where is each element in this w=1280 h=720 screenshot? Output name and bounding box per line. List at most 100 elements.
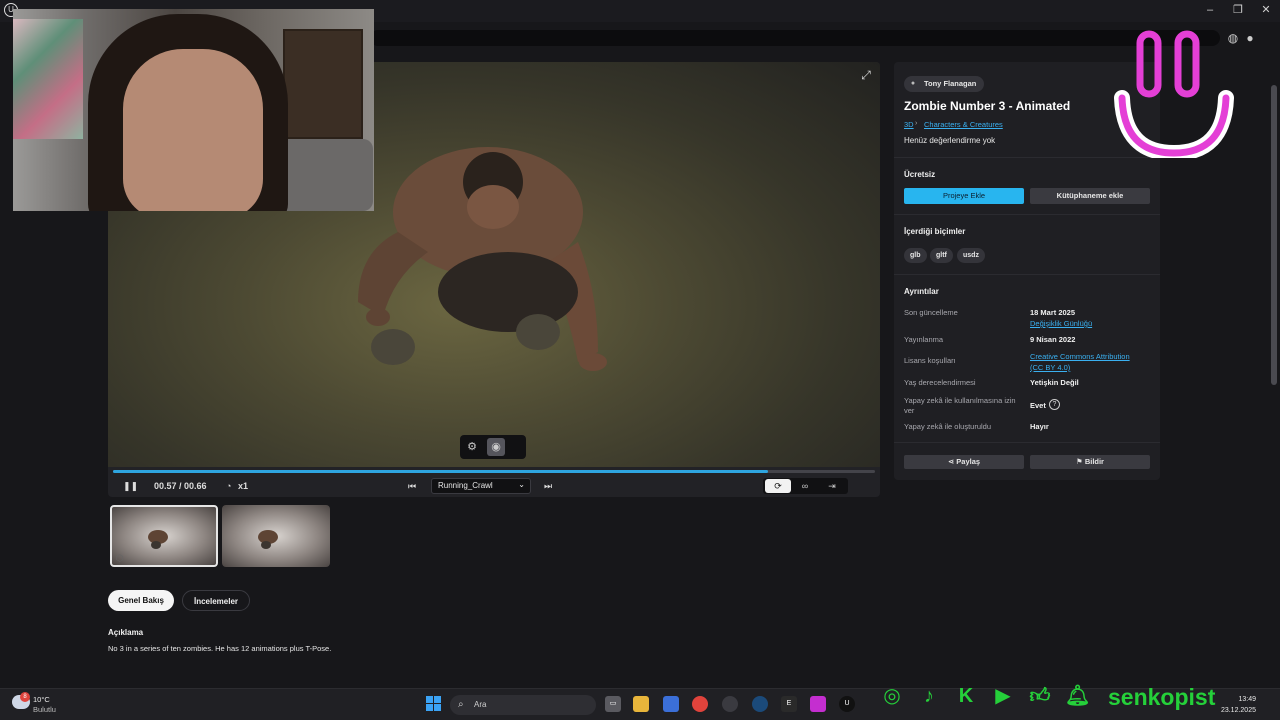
- search-icon: ⌕: [458, 699, 464, 710]
- task-view-icon[interactable]: ▭: [605, 696, 621, 712]
- description-heading: Açıklama: [108, 628, 144, 637]
- price-section: Ücretsiz: [894, 158, 1160, 215]
- thumbnail-3d-preview[interactable]: ⬡: [110, 505, 218, 567]
- add-to-library-button[interactable]: Kütüphaneme ekle: [1030, 188, 1150, 204]
- add-to-project-button[interactable]: Projeye Ekle: [904, 188, 1024, 204]
- bell-icon: 🔔︎: [1065, 685, 1091, 707]
- figure-shelf: [283, 29, 363, 139]
- maximize-icon[interactable]: ❐: [1224, 2, 1252, 18]
- previous-animation-icon[interactable]: ⏮: [408, 481, 416, 492]
- minimize-icon[interactable]: –: [1196, 2, 1224, 18]
- zombie-thumbnail-image: [148, 530, 168, 549]
- pause-icon[interactable]: ❚❚: [123, 481, 138, 492]
- inspect-model-icon[interactable]: ◉: [487, 438, 505, 456]
- animation-timeline[interactable]: [113, 470, 875, 473]
- ai-use-value: Evet: [1030, 401, 1046, 410]
- youtube-icon: ▶: [995, 685, 1011, 707]
- chevron-down-icon: ⌄: [518, 480, 525, 489]
- instagram-icon: ◎: [883, 685, 901, 707]
- weather-temperature[interactable]: 10°C: [33, 695, 50, 704]
- play-once-icon[interactable]: ⇥: [819, 479, 845, 493]
- timeline-progress: [113, 470, 769, 473]
- cube-icon: ⬡: [116, 553, 124, 563]
- avatar-icon: ●: [910, 80, 916, 87]
- time-display: 00.57 / 00.66: [154, 481, 207, 491]
- app-window: U – ❐ ✕ ◍ ● ⤢ ⚙ ◉ ❚❚ 00.57 / 00.66 ◔ x1 …: [0, 0, 1280, 720]
- last-update-value: 18 Mart 2025: [1030, 308, 1076, 317]
- social-overlay: ◎ ♪ K ▶ 👍︎ 🔔︎ senkopist: [880, 684, 1240, 710]
- ai-use-label: Yapay zekâ ile kullanılmasına izin: [904, 396, 1016, 405]
- thumbs-up-icon: 👍︎: [1029, 685, 1051, 707]
- published-label: Yayınlanma: [904, 335, 944, 344]
- share-label: Paylaş: [956, 457, 981, 466]
- breadcrumb-chevron-icon: ›: [915, 120, 918, 127]
- license-link[interactable]: Creative Commons Attribution: [1030, 351, 1130, 362]
- infinite-loop-icon[interactable]: ∞: [792, 479, 818, 493]
- author-chip[interactable]: ● Tony Flanagan: [904, 76, 985, 92]
- published-value: 9 Nisan 2022: [1030, 335, 1076, 344]
- changelog-link[interactable]: Değişiklik Günlüğü: [1030, 318, 1092, 329]
- report-button[interactable]: ⚑ Bildir: [1030, 455, 1150, 469]
- smiley-logo-icon: [1114, 30, 1234, 158]
- scroll-thumb[interactable]: [1271, 85, 1277, 385]
- share-button[interactable]: ⋖ Paylaş: [904, 455, 1024, 469]
- report-label: Bildir: [1084, 457, 1104, 466]
- viewer-toolbar: ⚙ ◉: [460, 435, 526, 459]
- store-icon[interactable]: [663, 696, 679, 712]
- details-heading: Ayrıntılar: [904, 287, 939, 296]
- wall-painting: [13, 19, 83, 139]
- tab-reviews[interactable]: İncelemeler: [182, 590, 250, 611]
- channel-name: senkopist: [1108, 684, 1216, 710]
- formats-section: İçerdiği biçimler: [894, 215, 1160, 275]
- user-icon[interactable]: ●: [1242, 30, 1258, 46]
- unreal-engine-icon[interactable]: U: [839, 696, 855, 712]
- author-name: Tony Flanagan: [924, 79, 977, 88]
- weather-badge: 8: [20, 692, 30, 702]
- format-chip-usdz: usdz: [957, 248, 985, 263]
- thumbnail-image-preview[interactable]: [222, 505, 330, 567]
- animation-select-value: Running_Crawl: [438, 481, 493, 490]
- ai-use-label-cont: ver: [904, 406, 915, 415]
- weather-condition[interactable]: Bulutlu: [33, 705, 56, 714]
- twitch-icon[interactable]: [810, 696, 826, 712]
- page-scrollbar[interactable]: [1270, 55, 1278, 685]
- chrome-icon[interactable]: [692, 696, 708, 712]
- close-icon[interactable]: ✕: [1252, 2, 1280, 18]
- webcam-overlay: [13, 9, 374, 211]
- tab-overview[interactable]: Genel Bakış: [108, 590, 174, 611]
- last-update-label: Son güncelleme: [904, 308, 958, 317]
- breadcrumb-3d[interactable]: 3D: [904, 120, 914, 129]
- taskbar-search[interactable]: ⌕ Ara: [450, 695, 596, 715]
- ai-made-label: Yapay zekâ ile oluşturuldu: [904, 422, 991, 431]
- animation-select[interactable]: Running_Crawl ⌄: [431, 478, 531, 494]
- epic-games-icon[interactable]: E: [781, 696, 797, 712]
- description-text: No 3 in a series of ten zombies. He has …: [108, 644, 332, 653]
- age-rating-value: Yetişkin Değil: [1030, 378, 1079, 387]
- help-icon[interactable]: ?: [1049, 399, 1060, 410]
- windows-start-icon[interactable]: [426, 696, 442, 712]
- license-label: Lisans koşulları: [904, 356, 956, 365]
- age-rating-label: Yaş derecelendirmesi: [904, 378, 976, 387]
- repeat-icon[interactable]: ⟳: [765, 479, 791, 493]
- tiktok-icon: ♪: [924, 685, 934, 707]
- price-label: Ücretsiz: [904, 170, 936, 179]
- flag-icon: ⚑: [1076, 457, 1085, 466]
- speed-label[interactable]: x1: [238, 481, 248, 491]
- top-search-bar[interactable]: [370, 30, 1220, 46]
- streamer-face: [123, 49, 263, 211]
- ai-made-value: Hayır: [1030, 422, 1049, 431]
- kick-icon: K: [958, 685, 974, 707]
- settings-gear-icon[interactable]: ⚙: [463, 438, 481, 456]
- format-chip-glb: glb: [904, 248, 927, 263]
- fullscreen-icon[interactable]: ⤢: [858, 68, 874, 84]
- obs-icon[interactable]: [722, 696, 738, 712]
- speed-icon[interactable]: ◔: [226, 481, 231, 491]
- steam-icon[interactable]: [752, 696, 768, 712]
- file-explorer-icon[interactable]: [633, 696, 649, 712]
- product-title: Zombie Number 3 - Animated: [904, 99, 1071, 113]
- next-animation-icon[interactable]: ⏭: [544, 481, 552, 492]
- formats-heading: İçerdiği biçimler: [904, 227, 966, 236]
- breadcrumb-category[interactable]: Characters & Creatures: [924, 120, 1003, 129]
- license-link-short[interactable]: (CC BY 4.0): [1030, 362, 1070, 373]
- zombie-thumbnail-image: [258, 530, 278, 549]
